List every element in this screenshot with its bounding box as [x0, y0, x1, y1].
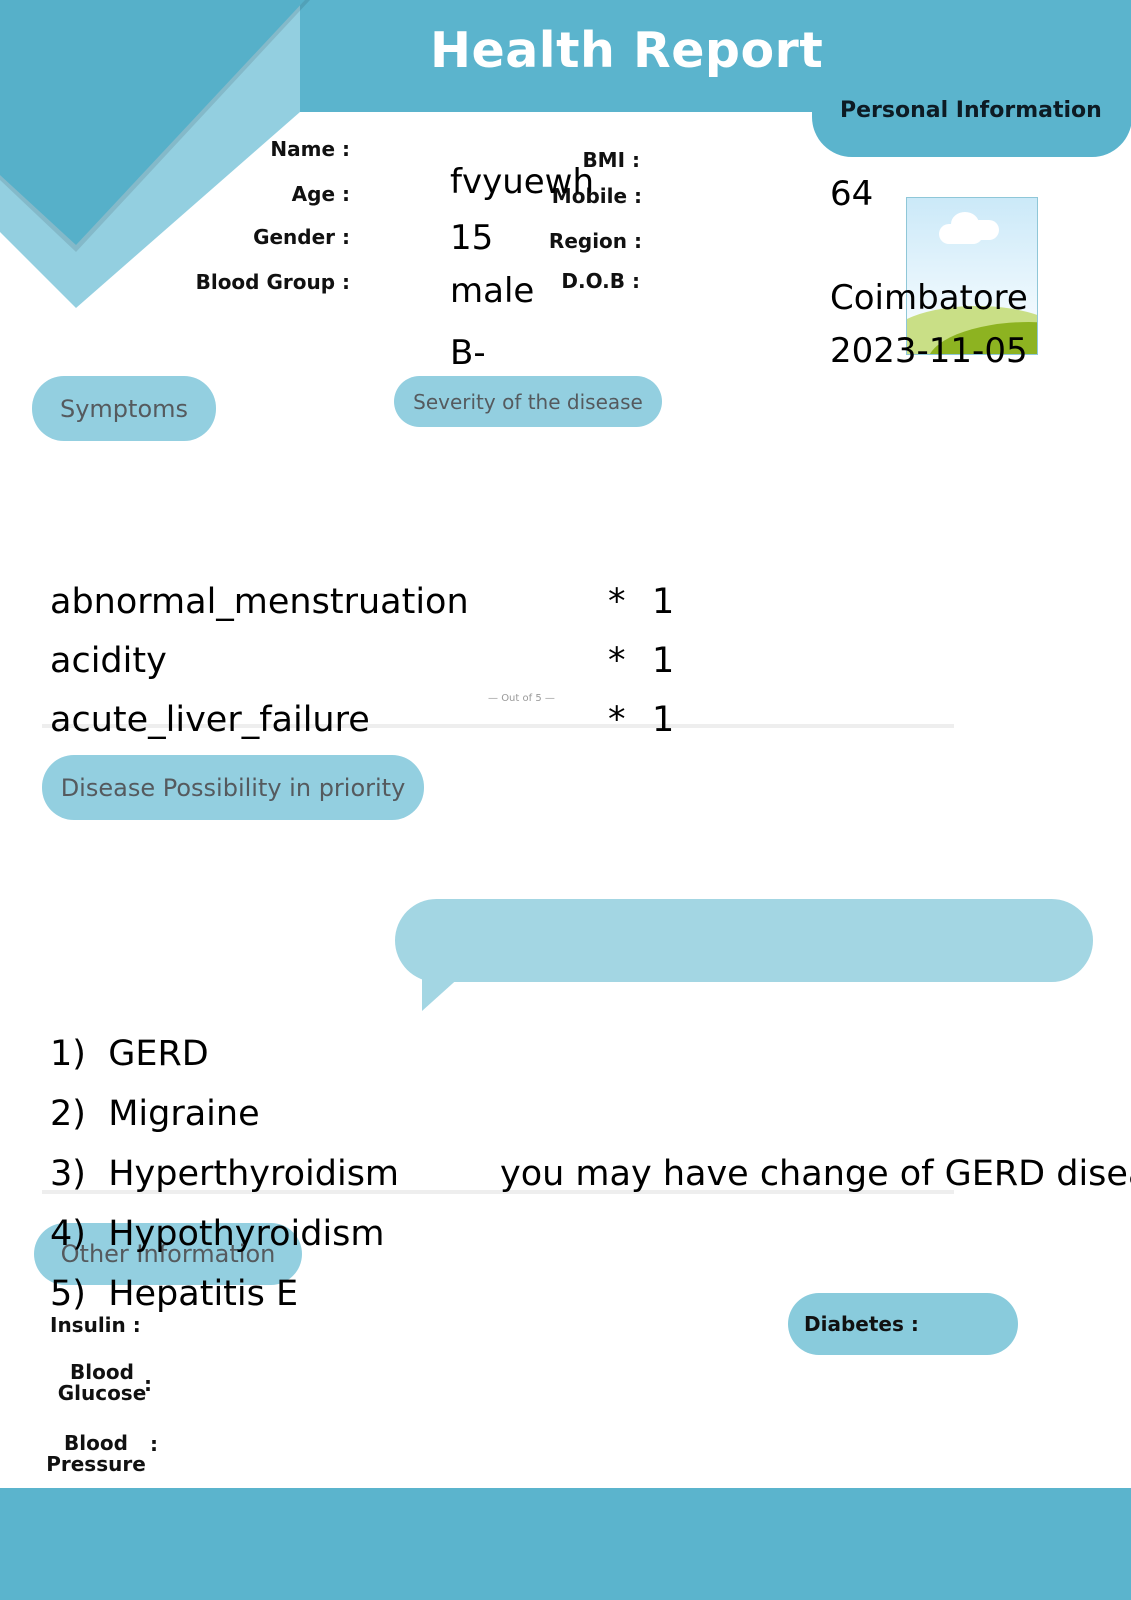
- disease-name: GERD: [108, 1034, 209, 1074]
- name-label: Name :: [270, 137, 350, 161]
- disease-possibility-section-pill: Disease Possibility in priority: [42, 755, 424, 820]
- disease-name: Migraine: [108, 1094, 260, 1134]
- personal-info-tab-label: Personal Information: [840, 98, 1102, 123]
- region-value: Coimbatore: [830, 278, 1028, 318]
- bmi-value: 64: [830, 174, 874, 214]
- gender-value: male: [450, 271, 535, 311]
- symptom-star: *: [608, 700, 626, 740]
- prediction-bubble: [395, 899, 1093, 982]
- gender-label: Gender :: [253, 225, 350, 249]
- dob-label: D.O.B :: [561, 269, 640, 293]
- name-value: fvyuewh: [450, 162, 595, 202]
- blood-group-label: Blood Group :: [195, 270, 350, 294]
- diabetes-pill: Diabetes :: [788, 1293, 1018, 1355]
- blood-glucose-colon: :: [144, 1372, 152, 1396]
- disease-rank: 2): [50, 1094, 86, 1134]
- symptom-star: *: [608, 582, 626, 622]
- out-of-caption: — Out of 5 —: [488, 693, 555, 704]
- disease-rank: 1): [50, 1034, 86, 1074]
- disease-rank: 4): [50, 1214, 86, 1254]
- disease-name: Hepatitis E: [108, 1274, 299, 1314]
- disease-item: 5) Hepatitis E: [50, 1274, 298, 1314]
- region-label: Region :: [548, 229, 642, 253]
- blood-glucose-label: Blood Glucose: [52, 1362, 152, 1404]
- prediction-message: you may have change of GERD disease: [500, 1154, 1131, 1194]
- insulin-label: Insulin :: [50, 1313, 141, 1337]
- disease-item: 2) Migraine: [50, 1094, 260, 1134]
- blood-glucose-label-line1: Blood: [70, 1360, 134, 1384]
- footer-bar: [0, 1488, 1131, 1600]
- blood-pressure-label-line2: Pressure: [46, 1452, 146, 1476]
- out-of-text: Out of 5: [501, 693, 542, 704]
- cloud-icon: [969, 220, 999, 240]
- blood-pressure-colon: :: [150, 1432, 158, 1456]
- dob-value: 2023-11-05: [830, 331, 1028, 371]
- age-value: 15: [450, 218, 494, 258]
- symptom-name: acidity: [50, 641, 167, 681]
- symptom-severity: 1: [652, 700, 675, 740]
- disease-name: Hypothyroidism: [108, 1214, 385, 1254]
- symptom-name: abnormal_menstruation: [50, 582, 469, 622]
- prediction-message-clip: you may have change of GERD disease: [0, 1150, 1131, 1200]
- disease-item: 1) GERD: [50, 1034, 209, 1074]
- symptom-star: *: [608, 641, 626, 681]
- severity-section-pill: Severity of the disease: [394, 376, 662, 427]
- report-title: Health Report: [430, 22, 824, 79]
- symptom-severity: 1: [652, 582, 675, 622]
- symptom-name: acute_liver_failure: [50, 700, 370, 740]
- disease-item: 4) Hypothyroidism: [50, 1214, 385, 1254]
- blood-glucose-label-line2: Glucose: [57, 1381, 147, 1405]
- blood-group-value: B-: [450, 333, 486, 373]
- age-label: Age :: [291, 182, 350, 206]
- symptoms-section-pill: Symptoms: [32, 376, 216, 441]
- blood-pressure-label-line1: Blood: [64, 1431, 128, 1455]
- diabetes-label: Diabetes :: [804, 1312, 919, 1336]
- symptom-severity: 1: [652, 641, 675, 681]
- blood-pressure-label: Blood Pressure: [44, 1433, 148, 1475]
- disease-rank: 5): [50, 1274, 86, 1314]
